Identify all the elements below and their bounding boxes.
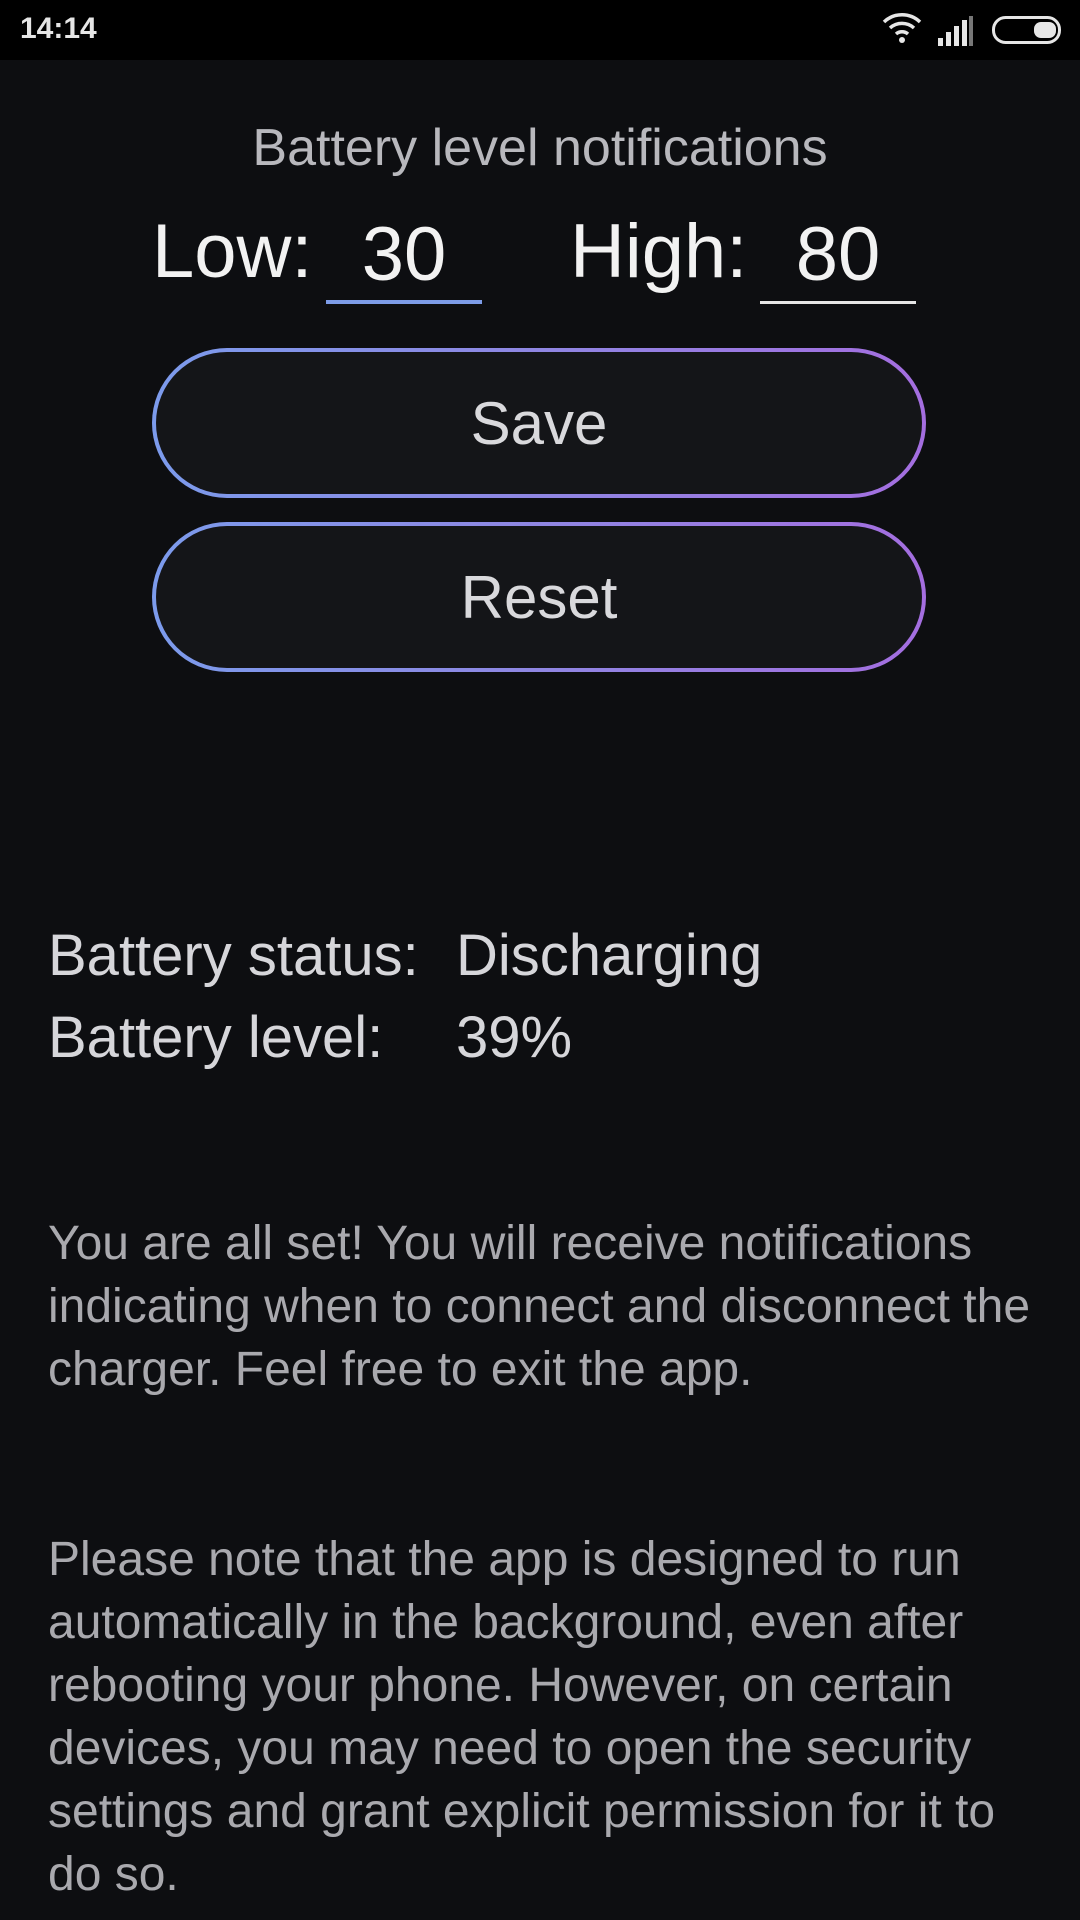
signal-icon [938,16,973,46]
setup-complete-message: You are all set! You will receive notifi… [48,1217,1031,1396]
wifi-icon [882,13,922,43]
high-threshold-input[interactable] [760,208,916,304]
save-button[interactable]: Save [152,348,926,498]
battery-icon [992,16,1061,44]
battery-status-label: Battery status: [48,923,419,988]
notifications-title: Battery level notifications [252,119,828,177]
status-bar: 14:14 [0,0,1080,60]
battery-status-value: Discharging [456,923,763,988]
background-permission-note: Please note that the app is designed to … [48,1533,996,1901]
battery-status-row: Battery status: Discharging [48,922,762,989]
high-threshold-label: High: [570,209,748,294]
reset-button[interactable]: Reset [152,522,926,672]
main-screen: Battery level notifications Low: High: S… [0,60,1080,1920]
battery-level-row: Battery level: 39% [48,1004,572,1071]
save-button-label: Save [156,352,922,494]
battery-level-value: 39% [456,1005,573,1070]
low-threshold-label: Low: [152,209,313,294]
low-threshold-input[interactable] [326,208,482,304]
status-time: 14:14 [20,12,97,45]
battery-level-label: Battery level: [48,1005,384,1070]
reset-button-label: Reset [156,526,922,668]
